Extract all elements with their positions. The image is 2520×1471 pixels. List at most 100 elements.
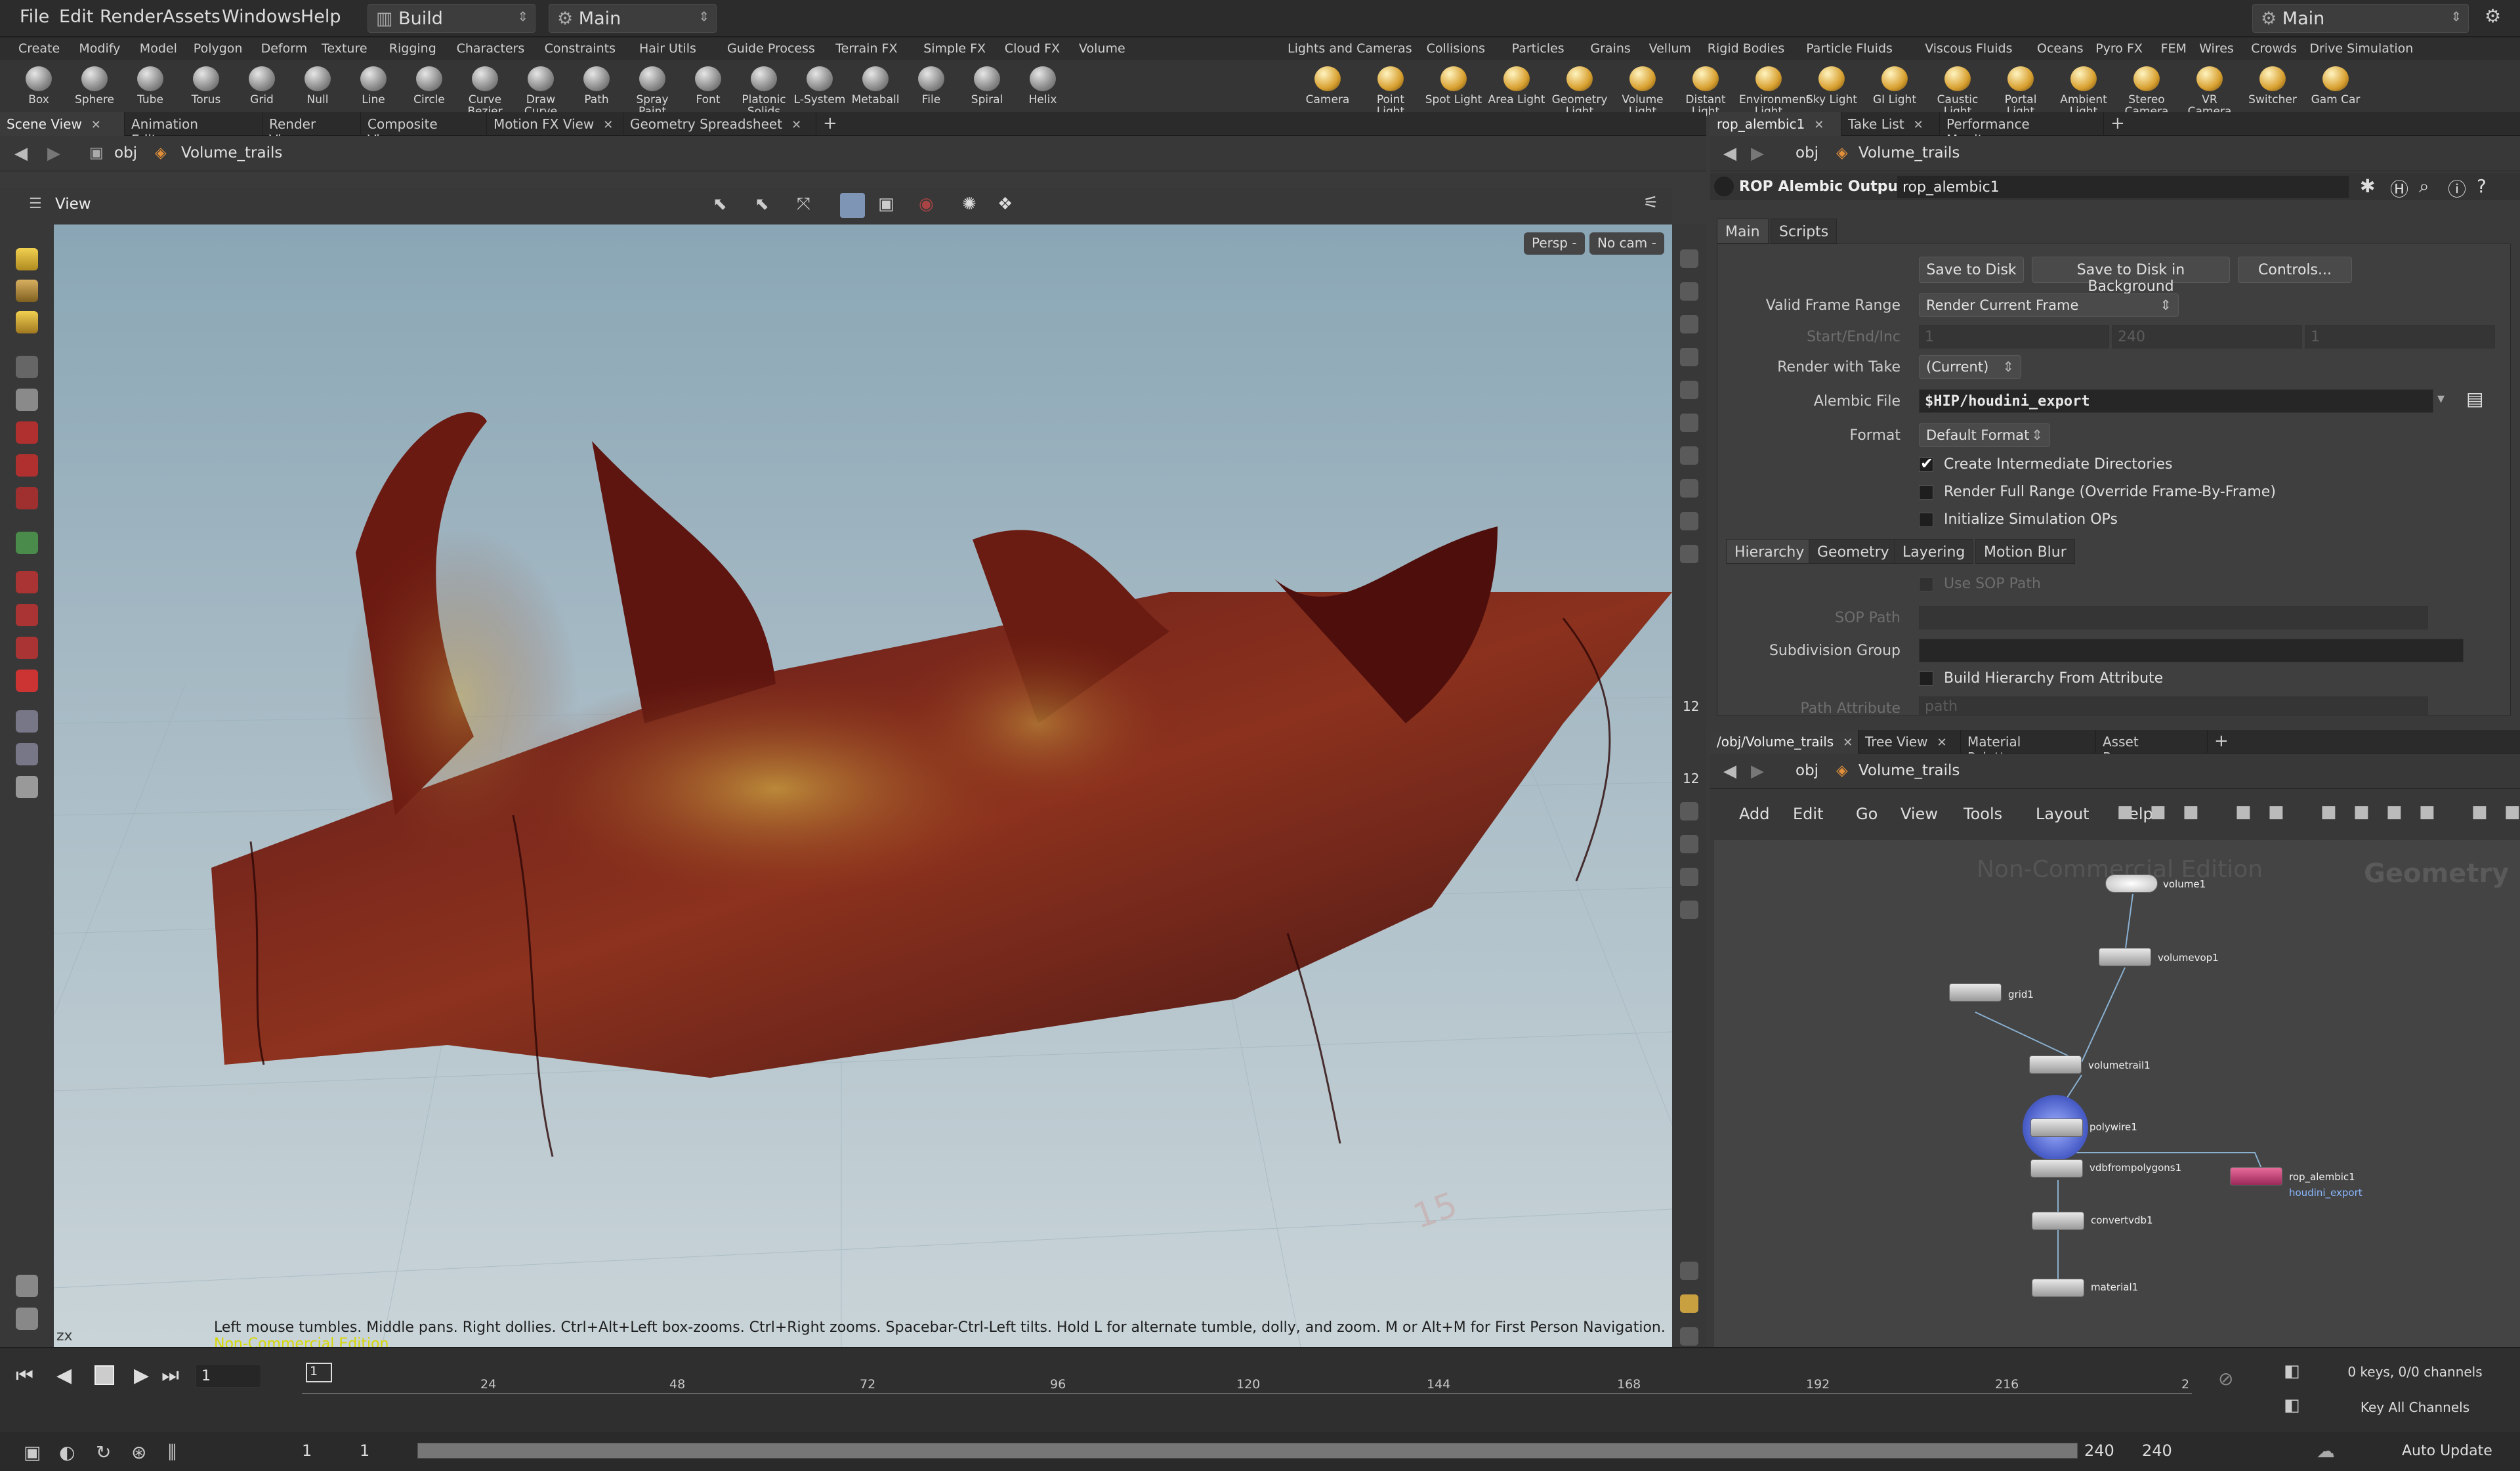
shelf-tab-cloud-fx[interactable]: Cloud FX [1005, 41, 1060, 56]
net-menu-go[interactable]: Go [1856, 805, 1878, 823]
tab-scene-view[interactable]: Scene View ✕ [0, 112, 125, 136]
net-menu-add[interactable]: Add [1739, 805, 1769, 823]
list-icon[interactable]: ■ [2183, 802, 2199, 822]
pick-tool-icon[interactable]: ⬉ [755, 194, 769, 214]
template-icon[interactable] [1680, 479, 1698, 498]
right-context-dropdown[interactable]: ⚙ Main ⇕ [2252, 4, 2469, 33]
info-icon[interactable] [1680, 1262, 1698, 1280]
subdivision-group-field[interactable] [1919, 639, 2464, 662]
bulb-icon[interactable] [1680, 446, 1698, 465]
settings-icon[interactable]: ⚙ [2485, 5, 2501, 27]
shelf-tab-create[interactable]: Create [18, 41, 60, 56]
scene-viewport[interactable]: 15 zx Persp - No cam - Left mouse tumble… [54, 224, 1672, 1347]
shelf-tab-volume[interactable]: Volume [1079, 41, 1125, 56]
net-menu-edit[interactable]: Edit [1793, 805, 1823, 823]
shelf-tool-environment-light[interactable]: Environment Light [1739, 62, 1811, 117]
shelf-tool-switcher[interactable]: Switcher [2243, 62, 2302, 112]
global-anim-icon[interactable]: ⊛ [131, 1441, 146, 1463]
render-full-range-checkbox[interactable] [1919, 485, 1933, 500]
shading-icon[interactable] [1680, 868, 1698, 886]
net-menu-tools[interactable]: Tools [1964, 805, 2002, 823]
tab-composite-view[interactable]: Composite View✕ [361, 112, 487, 148]
tab-scripts[interactable]: Scripts [1771, 219, 1838, 244]
shelf-tool-path[interactable]: Path [567, 62, 626, 112]
range-slider[interactable] [417, 1443, 2078, 1459]
tab-tree-view[interactable]: Tree View ✕ [1858, 730, 1961, 754]
close-icon[interactable]: ✕ [791, 118, 801, 132]
realtime-icon[interactable]: ▣ [24, 1441, 41, 1463]
lock-view-icon[interactable] [1680, 315, 1698, 333]
valid-frame-range-menu[interactable]: Render Current Frame ⇕ [1919, 293, 2179, 317]
snap-icon[interactable]: ⤧ [797, 194, 810, 215]
node-polywire1[interactable] [2030, 1119, 2083, 1137]
inc-field[interactable]: 1 [2305, 325, 2495, 349]
persp-button[interactable]: Persp - [1524, 232, 1585, 255]
shelf-tool-l-system[interactable]: L-System [790, 62, 849, 112]
shelf-tool-sphere[interactable]: Sphere [65, 62, 124, 112]
back-arrow-icon[interactable]: ◀ [14, 144, 28, 163]
shelf-tool-caustic-light[interactable]: Caustic Light [1928, 62, 1987, 117]
tab-layering[interactable]: Layering [1894, 539, 1974, 564]
tab-obj-volume-trails[interactable]: /obj/Volume_trails ✕ [1710, 730, 1858, 754]
playhead[interactable]: 1 [306, 1363, 332, 1382]
shelf-tab-collisions[interactable]: Collisions [1427, 41, 1485, 56]
render-region-icon[interactable] [16, 776, 38, 798]
shelf-tool-tube[interactable]: Tube [121, 62, 180, 112]
tab-main[interactable]: Main [1717, 219, 1769, 244]
point-display-icon[interactable] [1680, 512, 1698, 530]
tab-material-palette[interactable]: Material Palette✕ [1961, 730, 2096, 765]
shelf-tab-deform[interactable]: Deform [261, 41, 308, 56]
node-name-field[interactable]: rop_alembic1 [1897, 175, 2349, 199]
forward-arrow-icon[interactable]: ▶ [1751, 761, 1764, 781]
tab-render-view[interactable]: Render View✕ [262, 112, 361, 148]
range-end-2[interactable]: 240 [2142, 1441, 2172, 1460]
tab-rop-alembic1[interactable]: rop_alembic1 ✕ [1710, 112, 1841, 136]
add-tab-icon[interactable]: + [2110, 114, 2125, 133]
shelf-tool-gi-light[interactable]: GI Light [1865, 62, 1924, 112]
eye-icon[interactable]: ■ [2504, 802, 2520, 822]
close-icon[interactable]: ✕ [91, 118, 101, 132]
shelf-tab-texture[interactable]: Texture [322, 41, 368, 56]
headlight-icon[interactable] [1680, 381, 1698, 399]
shelf-tool-ambient-light[interactable]: Ambient Light [2054, 62, 2113, 117]
layout-icon[interactable] [1680, 1294, 1698, 1313]
network-editor[interactable]: Non-Commercial Edition Geometry volume1 … [1714, 840, 2520, 1347]
add-tab-icon[interactable]: + [2214, 731, 2229, 751]
range-start[interactable]: 1 [302, 1441, 312, 1460]
close-icon[interactable]: ✕ [1937, 736, 1947, 750]
flipbook-icon[interactable]: ❖ [998, 194, 1013, 214]
eye-icon[interactable] [1680, 1327, 1698, 1346]
audio-scrub-icon[interactable]: ⊘ [2218, 1368, 2233, 1390]
node-volume1[interactable] [2105, 874, 2158, 893]
play-reverse-icon[interactable]: ◀ [56, 1364, 72, 1387]
shelf-tool-point-light[interactable]: Point Light [1361, 62, 1420, 117]
handle-tool-icon[interactable] [16, 248, 38, 270]
shelf-tab-drive-simulation[interactable]: Drive Simulation [2309, 41, 2413, 56]
shelf-tool-sky-light[interactable]: Sky Light [1802, 62, 1861, 112]
shelf-tab-hair-utils[interactable]: Hair Utils [639, 41, 696, 56]
shelf-tool-platonic-solids[interactable]: Platonic Solids [734, 62, 793, 117]
translate-handle-icon[interactable] [16, 454, 38, 477]
save-to-disk-button[interactable]: Save to Disk [1919, 257, 2024, 283]
context-dropdown[interactable]: ⚙ Main ⇕ [549, 4, 717, 33]
lock-icon[interactable] [16, 389, 38, 411]
shelf-tab-polygon[interactable]: Polygon [194, 41, 243, 56]
shelf-tab-pyro-fx[interactable]: Pyro FX [2095, 41, 2143, 56]
thumbnail-icon[interactable]: ■ [2320, 802, 2337, 822]
path-node[interactable]: Volume_trails [1858, 144, 1960, 161]
net-menu-view[interactable]: View [1900, 805, 1938, 823]
back-arrow-icon[interactable]: ◀ [1723, 144, 1736, 163]
end-field[interactable]: 240 [2112, 325, 2302, 349]
shelf-tab-particles[interactable]: Particles [1512, 41, 1564, 56]
node-rop-alembic1[interactable] [2230, 1167, 2282, 1185]
camera-view-icon[interactable]: ▣ [878, 194, 894, 214]
scene-icon[interactable] [16, 1308, 38, 1330]
desktop-dropdown[interactable]: ▥ Build ⇕ [368, 4, 536, 33]
menu-windows[interactable]: Windows [222, 7, 301, 27]
shelf-tab-model[interactable]: Model [140, 41, 177, 56]
view-options-icon[interactable]: ⚟ [1643, 193, 1658, 213]
move-tool-icon[interactable] [16, 280, 38, 302]
shelf-tab-lights-and-cameras[interactable]: Lights and Cameras [1288, 41, 1412, 56]
help-h-icon[interactable]: Ⓗ [2390, 175, 2408, 202]
sop-path-field[interactable] [1919, 606, 2428, 629]
